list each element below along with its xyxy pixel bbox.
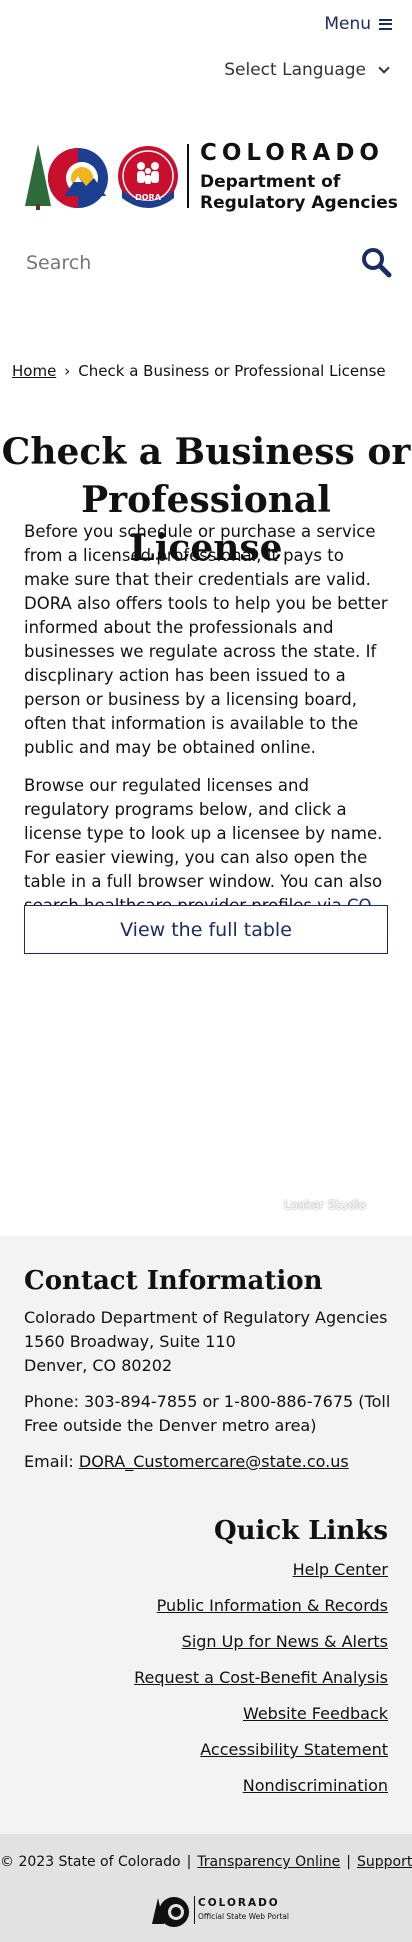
logo-divider <box>187 144 189 208</box>
quick-links-title: Quick Links <box>213 1516 388 1546</box>
chevron-down-icon <box>378 62 390 74</box>
address-line-2: 1560 Broadway, Suite 110 <box>24 1332 236 1351</box>
contact-address: Colorado Department of Regulatory Agenci… <box>24 1306 394 1378</box>
search-icon[interactable] <box>360 246 392 278</box>
colorado-emblem-icon: DORA <box>25 144 178 210</box>
colorado-c-icon <box>152 1897 189 1927</box>
quick-link-accessibility[interactable]: Accessibility Statement <box>200 1740 388 1759</box>
email-label: Email: <box>24 1452 79 1471</box>
footer: Contact Information Colorado Department … <box>0 1236 412 1834</box>
contact-email: Email: DORA_Customercare@state.co.us <box>24 1450 394 1474</box>
quick-link-item: Accessibility Statement <box>134 1738 388 1774</box>
quick-link-item: Public Information & Records <box>134 1594 388 1630</box>
intro-text: Before you schedule or purchase a servic… <box>24 520 392 956</box>
address-line-1: Colorado Department of Regulatory Agenci… <box>24 1308 388 1327</box>
state-footer-links: © 2023 State of Colorado | Transparency On… <box>0 1854 412 1870</box>
looker-studio-badge: Looker Studio <box>283 1198 366 1212</box>
language-select-label: Select Language <box>224 60 366 80</box>
hamburger-icon <box>379 18 392 30</box>
quick-link-item: Website Feedback <box>134 1702 388 1738</box>
state-footer-bar: © 2023 State of Colorado | Transparency On… <box>0 1834 412 1942</box>
portal-logo-divider <box>194 1896 195 1924</box>
intro-paragraph-2-text: Browse our regulated licenses and regula… <box>24 776 383 915</box>
support-link[interactable]: Support <box>357 1854 412 1870</box>
page-title-line1: Check a Business or <box>1 431 411 473</box>
email-link[interactable]: DORA_Customercare@state.co.us <box>79 1452 349 1471</box>
logo-agency-line2: Regulatory Agencies <box>200 193 398 213</box>
quick-link-news-alerts[interactable]: Sign Up for News & Alerts <box>182 1632 388 1651</box>
state-portal-logo[interactable]: COLORADO Official State Web Portal <box>152 1894 289 1930</box>
looker-studio-embed[interactable]: Looker Studio <box>0 960 412 1236</box>
contact-info: Colorado Department of Regulatory Agenci… <box>24 1306 394 1486</box>
logo-agency-line1: Department of <box>200 172 341 192</box>
menu-button[interactable]: Menu <box>324 14 392 34</box>
transparency-online-link[interactable]: Transparency Online <box>197 1854 340 1870</box>
quick-link-cost-benefit[interactable]: Request a Cost-Benefit Analysis <box>134 1668 388 1687</box>
dora-badge-text: DORA <box>135 193 162 202</box>
quick-link-item: Sign Up for News & Alerts <box>134 1630 388 1666</box>
quick-link-public-information[interactable]: Public Information & Records <box>157 1596 388 1615</box>
view-full-table-button[interactable]: View the full table <box>24 905 388 954</box>
quick-link-item: Help Center <box>134 1558 388 1594</box>
footer-pipe: | <box>186 1854 192 1870</box>
language-select[interactable]: Select Language <box>224 60 390 80</box>
portal-name: COLORADO <box>198 1897 280 1909</box>
contact-title: Contact Information <box>24 1266 323 1296</box>
logo-agency-name: Department of Regulatory Agencies <box>200 172 398 214</box>
footer-pipe: | <box>346 1854 352 1870</box>
breadcrumb: Home › Check a Business or Professional … <box>12 362 386 380</box>
breadcrumb-home-link[interactable]: Home <box>12 362 56 380</box>
dora-logo[interactable]: DORA COLORADO Department of Regulatory A… <box>24 140 398 216</box>
quick-link-item: Request a Cost-Benefit Analysis <box>134 1666 388 1702</box>
intro-paragraph-1: Before you schedule or purchase a servic… <box>24 522 388 757</box>
breadcrumb-separator: › <box>64 362 71 380</box>
quick-link-website-feedback[interactable]: Website Feedback <box>243 1704 388 1723</box>
copyright-text: © 2023 State of Colorado <box>0 1854 181 1870</box>
contact-phone: Phone: 303-894-7855 or 1-800-886-7675 (T… <box>24 1392 391 1435</box>
search-input[interactable] <box>26 252 346 274</box>
quick-links-list: Help Center Public Information & Records… <box>134 1558 388 1810</box>
portal-subtitle: Official State Web Portal <box>198 1912 289 1921</box>
logo-state-name: COLORADO <box>200 140 384 166</box>
top-bar: Menu <box>0 0 412 52</box>
breadcrumb-current: Check a Business or Professional License <box>78 362 386 380</box>
address-line-3: Denver, CO 80202 <box>24 1356 173 1375</box>
quick-link-help-center[interactable]: Help Center <box>293 1560 388 1579</box>
menu-label: Menu <box>324 14 371 34</box>
search-bar <box>0 246 412 284</box>
quick-link-item: Nondiscrimination <box>134 1774 388 1810</box>
quick-link-nondiscrimination[interactable]: Nondiscrimination <box>243 1776 388 1795</box>
